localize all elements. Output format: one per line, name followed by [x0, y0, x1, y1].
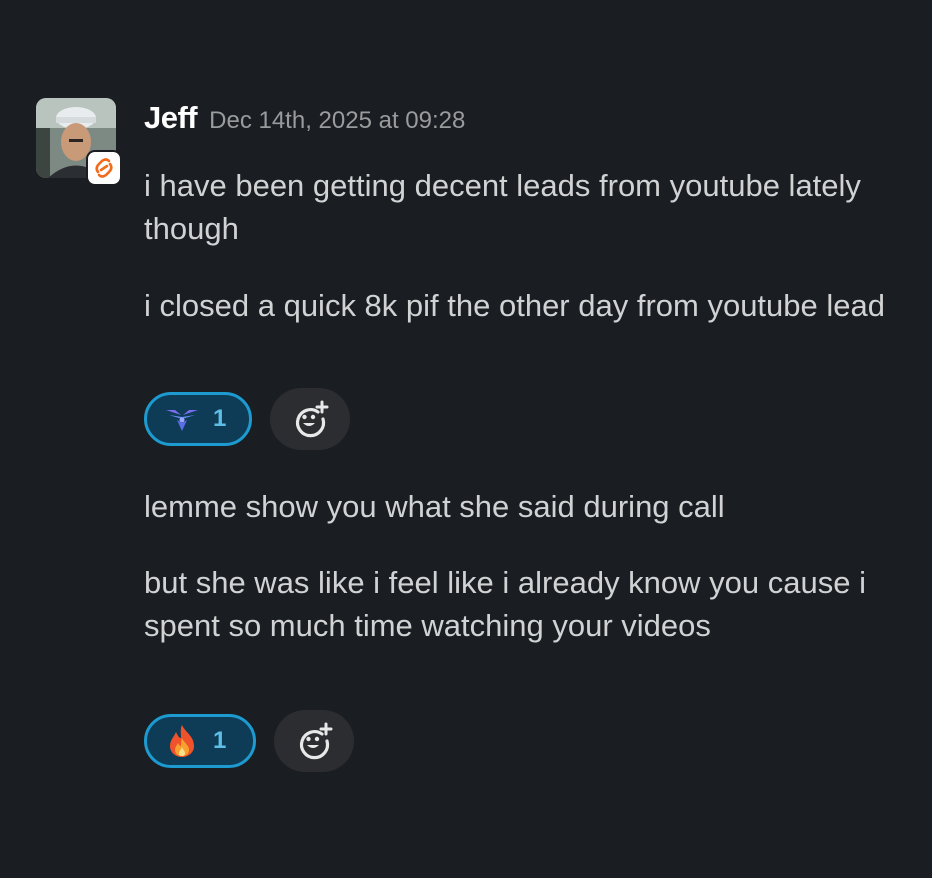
message-text: i have been getting decent leads from yo…: [144, 168, 861, 246]
author-name[interactable]: Jeff: [144, 100, 198, 136]
reaction-pill[interactable]: 1: [144, 392, 252, 446]
reaction-pill[interactable]: 1: [144, 714, 256, 768]
message-header: Jeff Dec 14th, 2025 at 09:28: [144, 100, 914, 148]
add-reaction-icon: [295, 400, 329, 438]
reaction-count: 1: [213, 727, 227, 754]
add-reaction-button[interactable]: [274, 710, 354, 772]
message-content: Jeff Dec 14th, 2025 at 09:28 i have been…: [144, 98, 914, 772]
message-timestamp[interactable]: Dec 14th, 2025 at 09:28: [209, 107, 465, 135]
fire-icon: [165, 724, 199, 758]
reaction-count: 1: [213, 405, 227, 432]
add-reaction-icon: [299, 722, 333, 760]
add-reaction-button[interactable]: [270, 388, 350, 450]
reaction-bar: 1: [144, 388, 350, 450]
message-text: i closed a quick 8k pif the other day fr…: [144, 288, 885, 323]
message-text: lemme show you what she said during call: [144, 489, 725, 524]
message-text: but she was like i feel like i already k…: [144, 565, 866, 643]
reaction-bar: 1: [144, 710, 354, 772]
winged-emblem-icon: [165, 402, 199, 436]
orange-link-badge-icon: [88, 152, 120, 184]
